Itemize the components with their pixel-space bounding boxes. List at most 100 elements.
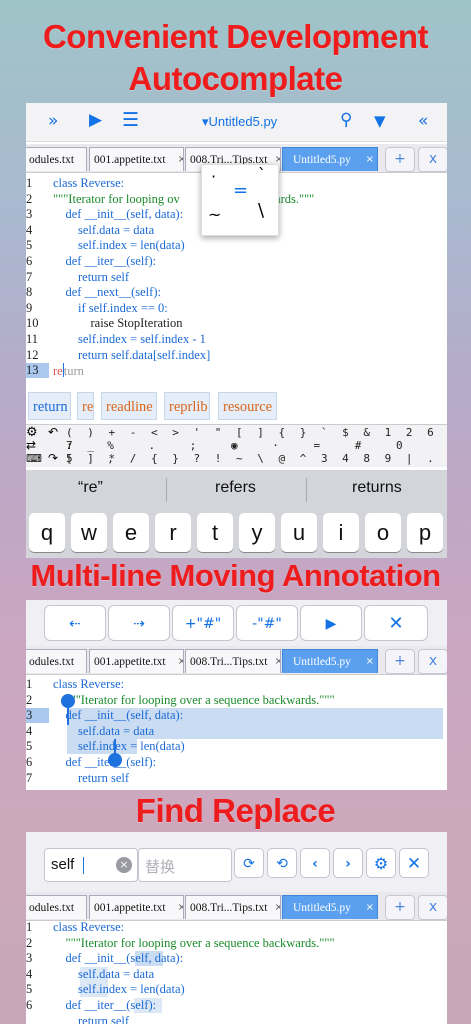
tab-key-icon[interactable]: ⇄ [26,438,36,452]
tab-modules[interactable]: odules.txt [26,895,87,919]
tab-untitled5[interactable]: Untitled5.py × [282,895,378,919]
comment-toolbar: ⇠ ⇢ +"#" -"#" ▶ ✕ [26,600,447,646]
symbol-key[interactable]: ` [258,167,266,183]
close-icon[interactable]: × [366,148,374,171]
tab-untitled5[interactable]: Untitled5.py × [282,649,378,673]
close-icon[interactable]: × [275,650,280,673]
symbol-key[interactable]: = [233,182,248,200]
file-title[interactable]: ▾Untitled5.py [202,114,277,130]
keyboard-suggestion[interactable]: “re” [78,479,103,497]
tab-tips[interactable]: 008.Tri...Tips.txt× [185,649,281,673]
replace-placeholder: 替换 [145,858,176,876]
key-o[interactable]: o [365,513,401,552]
symbol-row[interactable]: [ ] * / { } ? ! ~ \ @ ^ 3 4 8 9 | . [66,452,438,465]
code-line: self.data = data [53,222,155,237]
tab-modules[interactable]: odules.txt [26,649,87,673]
key-y[interactable]: y [239,513,275,552]
tab-tips[interactable]: 008.Tri...Tips.txt× [185,895,281,919]
arrow-down-icon[interactable]: ▼ [374,112,386,130]
tab-appetite[interactable]: 001.appetite.txt× [89,895,184,919]
line-number: 9 [26,300,33,315]
redo-icon[interactable]: ↷ [48,451,58,465]
key-e[interactable]: e [113,513,149,552]
selection-end-handle[interactable] [108,753,122,767]
undo-icon[interactable]: ↶ [48,425,58,439]
autocomplete-item[interactable]: resource [218,392,277,420]
key-r[interactable]: r [155,513,191,552]
line-number: 7 [26,269,33,284]
close-icon[interactable]: × [178,148,183,171]
replace-all-icon[interactable]: ⟲ [267,848,297,878]
key-i[interactable]: i [323,513,359,552]
line-number: 3 [26,708,33,723]
gear-icon[interactable]: ⚙ [366,848,396,878]
close-button[interactable]: ✕ [364,605,428,641]
editor-panel-find-replace: self × 替换 ⟳ ⟲ ‹ › ⚙ ✕ odules.txt 001.app… [26,832,447,1024]
chevron-right-icon[interactable]: › [333,848,363,878]
add-tab-button[interactable]: + [385,649,415,674]
add-tab-button[interactable]: + [385,147,415,172]
play-button[interactable]: ▶ [300,605,362,641]
move-right-button[interactable]: ⇢ [108,605,170,641]
close-tab-button[interactable]: x [418,649,447,674]
remove-comment-button[interactable]: -"#" [236,605,298,641]
move-left-button[interactable]: ⇠ [44,605,106,641]
clear-icon[interactable]: × [116,857,132,873]
code-line: self.index = len(data) [53,982,185,997]
close-icon[interactable]: × [366,896,374,919]
search-input[interactable]: self × [44,848,138,882]
search-icon[interactable]: ⚲ [340,110,352,130]
tab-appetite[interactable]: 001.appetite.txt× [89,147,184,171]
line-number: 6 [26,254,33,268]
play-icon[interactable]: ▶ [89,110,102,130]
close-icon[interactable]: × [366,650,374,673]
indent-left-icon[interactable]: « [418,111,428,131]
autocomplete-item[interactable]: re [77,392,94,420]
indent-right-icon[interactable]: » [48,111,58,131]
code-line: class Reverse: [53,677,125,691]
tab-untitled5[interactable]: Untitled5.py × [282,147,378,171]
autocomplete-item[interactable]: readline [101,392,157,420]
close-tab-button[interactable]: x [418,147,447,172]
keyboard-suggestion[interactable]: returns [352,479,402,497]
close-icon[interactable]: × [275,896,280,919]
code-area[interactable]: 1 2 3 4 5 6 7 class Reverse: """Iterator… [26,677,447,790]
keyboard-suggestion[interactable]: refers [215,479,256,497]
tab-modules[interactable]: odules.txt [26,147,87,171]
search-value: self [51,856,75,873]
line-number: 8 [26,285,33,300]
key-q[interactable]: q [29,513,65,552]
headline-find-replace: Find Replace [135,792,336,829]
list-icon[interactable]: ☰ [122,109,139,131]
chevron-left-icon[interactable]: ‹ [300,848,330,878]
symbol-bar: ⚙ ⇄ ⌨ ↶ ↷ ( ) + - < > ' " [ ] { } ` $ & … [26,424,447,467]
key-p[interactable]: p [407,513,443,552]
replace-one-icon[interactable]: ⟳ [234,848,264,878]
add-tab-button[interactable]: + [385,895,415,920]
close-icon[interactable]: ✕ [399,848,429,878]
close-icon[interactable]: × [178,896,183,919]
code-area[interactable]: 1 2 3 4 5 6 class Reverse: """Iterator f… [26,920,447,1024]
code-line: self.index = self.index - 1 [53,332,206,346]
key-t[interactable]: t [197,513,233,552]
line-number: 5 [26,238,33,253]
line-number: 4 [26,966,33,981]
key-u[interactable]: u [281,513,317,552]
symbol-key[interactable]: ~ [208,207,221,223]
code-area[interactable]: 1 2 3 4 5 6 7 8 9 10 11 12 13 class Reve… [26,164,447,382]
replace-input[interactable]: 替换 [138,848,232,882]
tab-appetite[interactable]: 001.appetite.txt× [89,649,184,673]
add-comment-button[interactable]: +"#" [172,605,234,641]
close-tab-button[interactable]: x [418,895,447,920]
symbol-key[interactable]: \ [258,202,264,220]
symbol-key[interactable]: · [211,169,216,185]
text-caret [83,857,84,874]
file-tabs: odules.txt 001.appetite.txt× 008.Tri...T… [26,892,447,921]
close-icon[interactable]: × [178,650,183,673]
key-w[interactable]: w [71,513,107,552]
keyboard-icon[interactable]: ⌨ [26,452,42,465]
autocomplete-item[interactable]: return [28,392,71,420]
autocomplete-item[interactable]: reprlib [164,392,210,420]
symbol-popup[interactable]: · ` = ~ \ [201,164,279,236]
code-line: return self [53,770,130,785]
